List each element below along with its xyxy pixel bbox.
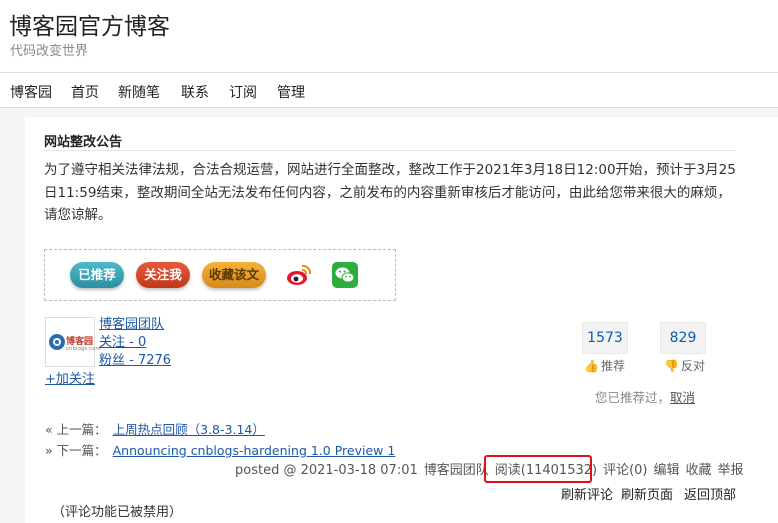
next-post-link[interactable]: Announcing cnblogs-hardening 1.0 Preview… — [113, 443, 396, 458]
next-post-row: » 下一篇： Announcing cnblogs-hardening 1.0 P… — [45, 440, 395, 459]
author-following-link[interactable]: 关注 - 0 — [99, 331, 146, 350]
prev-post-label: « 上一篇： — [45, 422, 107, 437]
avatar-brand-sub: cnblogs.com — [66, 346, 101, 352]
report-link[interactable]: 举报 — [718, 463, 744, 478]
nav-item-subscribe[interactable]: 订阅 — [229, 82, 257, 102]
author-avatar[interactable]: 博客园 cnblogs.com — [45, 317, 101, 367]
read-count-highlight — [484, 455, 592, 483]
author-fans-link[interactable]: 粉丝 - 7276 — [99, 349, 171, 368]
recommend-label: 推荐 — [600, 359, 625, 373]
nav-item-new-post[interactable]: 新随笔 — [118, 82, 160, 102]
next-post-label: » 下一篇： — [45, 443, 107, 458]
nav-item-blog-home[interactable]: 博客园 — [10, 82, 52, 102]
refresh-comments-link[interactable]: 刷新评论 — [561, 484, 613, 503]
oppose-vote[interactable]: 👎 反对 — [664, 357, 705, 374]
site-title[interactable]: 博客园官方博客 — [9, 7, 170, 41]
collect-link[interactable]: 收藏 — [686, 463, 712, 478]
oppose-label: 反对 — [680, 359, 705, 373]
collect-post-button[interactable]: 收藏该文 — [202, 262, 266, 288]
author-name-link[interactable]: 博客园团队 — [99, 313, 164, 332]
nav-item-manage[interactable]: 管理 — [277, 82, 305, 102]
nav-bar: 博客园 首页 新随笔 联系 订阅 管理 — [0, 72, 778, 108]
notice-body: 为了遵守相关法律法规，合法合规运营，网站进行全面整改，整改工作于2021年3月1… — [44, 162, 736, 223]
voted-text: 您已推荐过， — [595, 390, 671, 405]
post-author-link[interactable]: 博客园团队 — [424, 463, 489, 478]
recommend-vote[interactable]: 👍 推荐 — [584, 357, 625, 374]
prev-post-link[interactable]: 上周热点回顾（3.8-3.14） — [113, 422, 265, 437]
back-to-top-link[interactable]: 返回顶部 — [684, 484, 736, 503]
wechat-icon[interactable] — [332, 262, 358, 288]
oppose-count[interactable]: 829 — [660, 322, 706, 354]
recommended-button[interactable]: 已推荐 — [70, 262, 124, 288]
weibo-icon[interactable] — [286, 262, 312, 288]
nav-item-contact[interactable]: 联系 — [181, 82, 209, 102]
refresh-page-link[interactable]: 刷新页面 — [621, 484, 673, 503]
thumbs-up-icon: 👍 — [584, 359, 599, 373]
follow-me-button[interactable]: 关注我 — [136, 262, 190, 288]
notice-title: 网站整改公告 — [44, 135, 123, 150]
comment-count-link[interactable]: 评论(0) — [603, 463, 647, 478]
cancel-vote-link[interactable]: 取消 — [670, 390, 695, 405]
recommend-count[interactable]: 1573 — [582, 322, 628, 354]
add-follow-link[interactable]: +加关注 — [45, 368, 95, 387]
blog-header: 博客园官方博客 代码改变世界 — [0, 0, 778, 72]
thumbs-down-icon: 👎 — [664, 359, 679, 373]
prev-post-row: « 上一篇： 上周热点回顾（3.8-3.14） — [45, 419, 265, 438]
site-subtitle: 代码改变世界 — [10, 44, 89, 59]
comment-disabled-notice: （评论功能已被禁用） — [52, 505, 183, 520]
notice-divider — [44, 150, 736, 151]
post-date: posted @ 2021-03-18 07:01 — [235, 463, 418, 478]
nav-item-home[interactable]: 首页 — [71, 82, 99, 102]
voted-message: 您已推荐过，取消 — [595, 387, 695, 406]
edit-link[interactable]: 编辑 — [654, 463, 680, 478]
